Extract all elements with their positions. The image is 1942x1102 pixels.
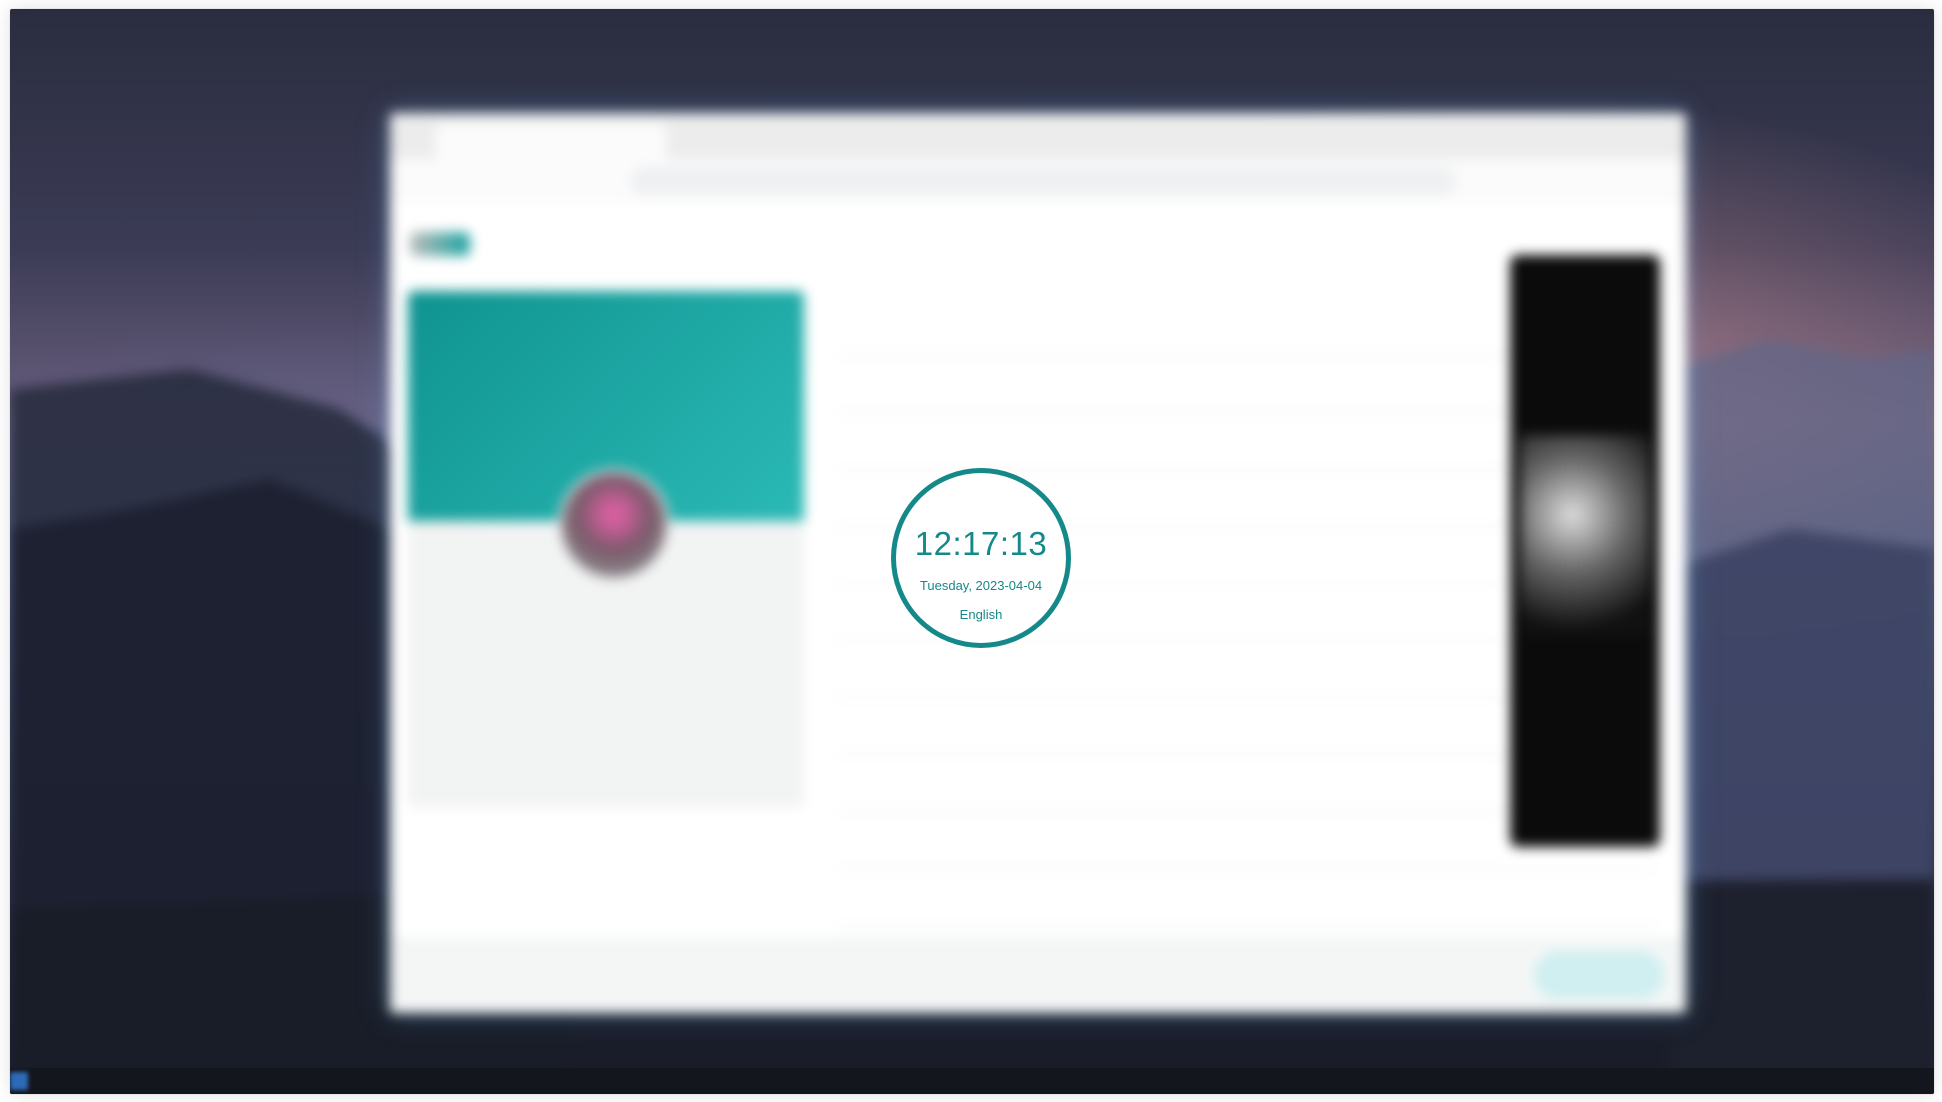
browser-tabbar [390, 113, 1686, 159]
clock-date: Tuesday, 2023-04-04 [919, 578, 1043, 593]
clock-time: 12:17:13 [914, 525, 1048, 562]
site-logo[interactable] [410, 232, 470, 256]
clock-widget: 12:17:13 Tuesday, 2023-04-04 English [891, 468, 1071, 648]
author-profile-card [408, 291, 804, 807]
taskbar [10, 1068, 1934, 1094]
address-bar[interactable] [630, 167, 1456, 195]
language-toggle[interactable]: English [896, 607, 1066, 622]
avatar [558, 469, 670, 581]
screen: 12:17:13 Tuesday, 2023-04-04 English [10, 9, 1934, 1094]
site-nav [410, 229, 610, 259]
browser-toolbar [390, 159, 1686, 203]
consent-bar [390, 937, 1686, 1013]
list-item[interactable] [836, 869, 1656, 926]
consent-button[interactable] [1534, 951, 1664, 999]
sidebar-ad[interactable] [1510, 255, 1660, 847]
start-icon[interactable] [10, 1072, 28, 1090]
ad-image [1520, 435, 1650, 635]
browser-tab[interactable] [436, 123, 666, 159]
